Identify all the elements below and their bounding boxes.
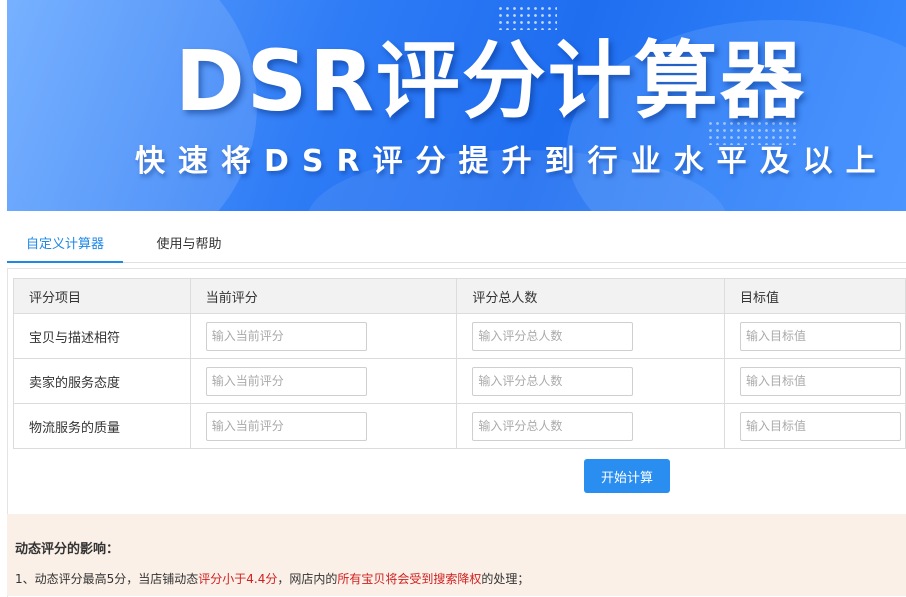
current-score-input[interactable] xyxy=(205,366,367,396)
cell xyxy=(189,313,458,359)
info-line-2: 2、 xyxy=(15,592,35,596)
rating-count-input[interactable] xyxy=(472,411,634,441)
cell xyxy=(189,403,458,449)
info-highlight: 评分小于4.4分 xyxy=(198,572,278,586)
cell xyxy=(724,313,906,359)
info-title: 动态评分的影响： xyxy=(15,542,120,557)
target-value-input[interactable] xyxy=(740,411,902,441)
info-text: 1、动态评分最高5分，当店铺动态 xyxy=(15,572,199,586)
cell xyxy=(456,403,726,449)
column-header-count: 评分总人数 xyxy=(456,278,726,314)
target-value-input[interactable] xyxy=(740,321,902,351)
row-label: 卖家的服务态度 xyxy=(13,358,191,404)
table-row: 宝贝与描述相符 xyxy=(13,313,906,359)
banner-subtitle: 快速将DSR评分提升到行业水平及以上 xyxy=(135,144,889,179)
cell xyxy=(456,313,726,359)
table-row: 物流服务的质量 xyxy=(13,403,906,449)
start-calculation-button[interactable]: 开始计算 xyxy=(584,459,670,493)
table-header-row: 评分项目 当前评分 评分总人数 目标值 xyxy=(13,278,906,314)
table-row: 卖家的服务态度 xyxy=(13,358,906,404)
column-header-item: 评分项目 xyxy=(13,278,191,314)
column-header-target: 目标值 xyxy=(724,278,906,314)
tab-bar: 自定义计算器 使用与帮助 xyxy=(7,228,906,263)
cell xyxy=(724,403,906,449)
info-line-1: 1、动态评分最高5分，当店铺动态评分小于4.4分，网店内的所有宝贝将会受到搜索降… xyxy=(15,570,529,587)
column-header-current: 当前评分 xyxy=(189,278,458,314)
info-highlight: 所有宝贝将会受到搜索降权 xyxy=(337,572,482,586)
rating-count-input[interactable] xyxy=(472,366,634,396)
current-score-input[interactable] xyxy=(205,321,367,351)
info-text: ，网店内的 xyxy=(277,572,338,586)
info-text: 的处理； xyxy=(481,572,530,586)
current-score-input[interactable] xyxy=(205,411,367,441)
rating-count-input[interactable] xyxy=(472,321,634,351)
hero-banner: DSR评分计算器 快速将DSR评分提升到行业水平及以上 xyxy=(7,0,906,211)
row-label: 宝贝与描述相符 xyxy=(13,313,191,359)
dsr-table: 评分项目 当前评分 评分总人数 目标值 宝贝与描述相符 卖家的服务态度 物流服务… xyxy=(13,278,906,449)
banner-title: DSR评分计算器 xyxy=(175,32,806,130)
cell xyxy=(456,358,726,404)
tab-custom-calculator[interactable]: 自定义计算器 xyxy=(7,228,123,263)
target-value-input[interactable] xyxy=(740,366,902,396)
cell xyxy=(724,358,906,404)
tab-usage-help[interactable]: 使用与帮助 xyxy=(141,228,237,261)
row-label: 物流服务的质量 xyxy=(13,403,191,449)
info-section: 动态评分的影响： 1、动态评分最高5分，当店铺动态评分小于4.4分，网店内的所有… xyxy=(7,514,906,596)
cell xyxy=(189,358,458,404)
